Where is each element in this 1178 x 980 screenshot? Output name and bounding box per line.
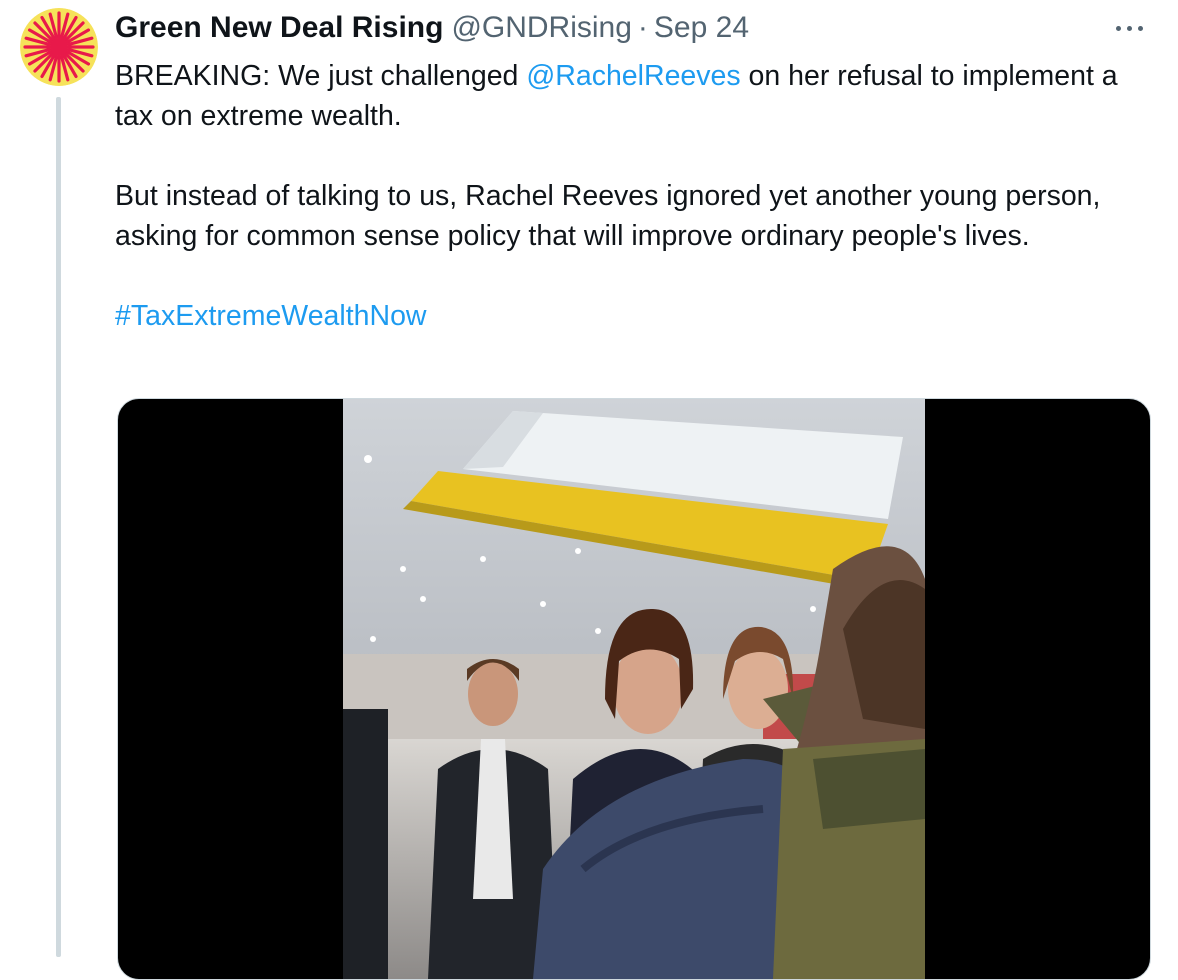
sun-rays-logo-icon [20,8,98,86]
hashtag-link[interactable]: #TaxExtremeWealthNow [115,300,427,332]
video-frame[interactable] [343,399,925,979]
more-horizontal-icon [1115,25,1121,31]
tweet-header: Green New Deal Rising @GNDRising · Sep 2… [115,0,1155,56]
author-handle[interactable]: @GNDRising [451,11,631,45]
tweet-text: BREAKING: We just challenged @RachelReev… [115,56,1155,336]
tweet-text-segment: BREAKING: We just challenged [115,60,527,92]
tweet-paragraph-3: #TaxExtremeWealthNow [115,296,1155,336]
mention-link[interactable]: @RachelReeves [526,60,740,92]
tweet[interactable]: Green New Deal Rising @GNDRising · Sep 2… [115,0,1155,980]
author-name[interactable]: Green New Deal Rising [115,11,443,45]
separator-dot: · [637,11,648,44]
avatar[interactable] [20,8,98,86]
tweet-paragraph-2: But instead of talking to us, Rachel Ree… [115,180,1101,252]
thread-line [56,97,61,957]
video-player[interactable] [117,398,1151,980]
tweet-paragraph-1: BREAKING: We just challenged @RachelReev… [115,56,1155,136]
more-options-button[interactable] [1109,8,1149,48]
tweet-date[interactable]: Sep 24 [654,11,749,45]
